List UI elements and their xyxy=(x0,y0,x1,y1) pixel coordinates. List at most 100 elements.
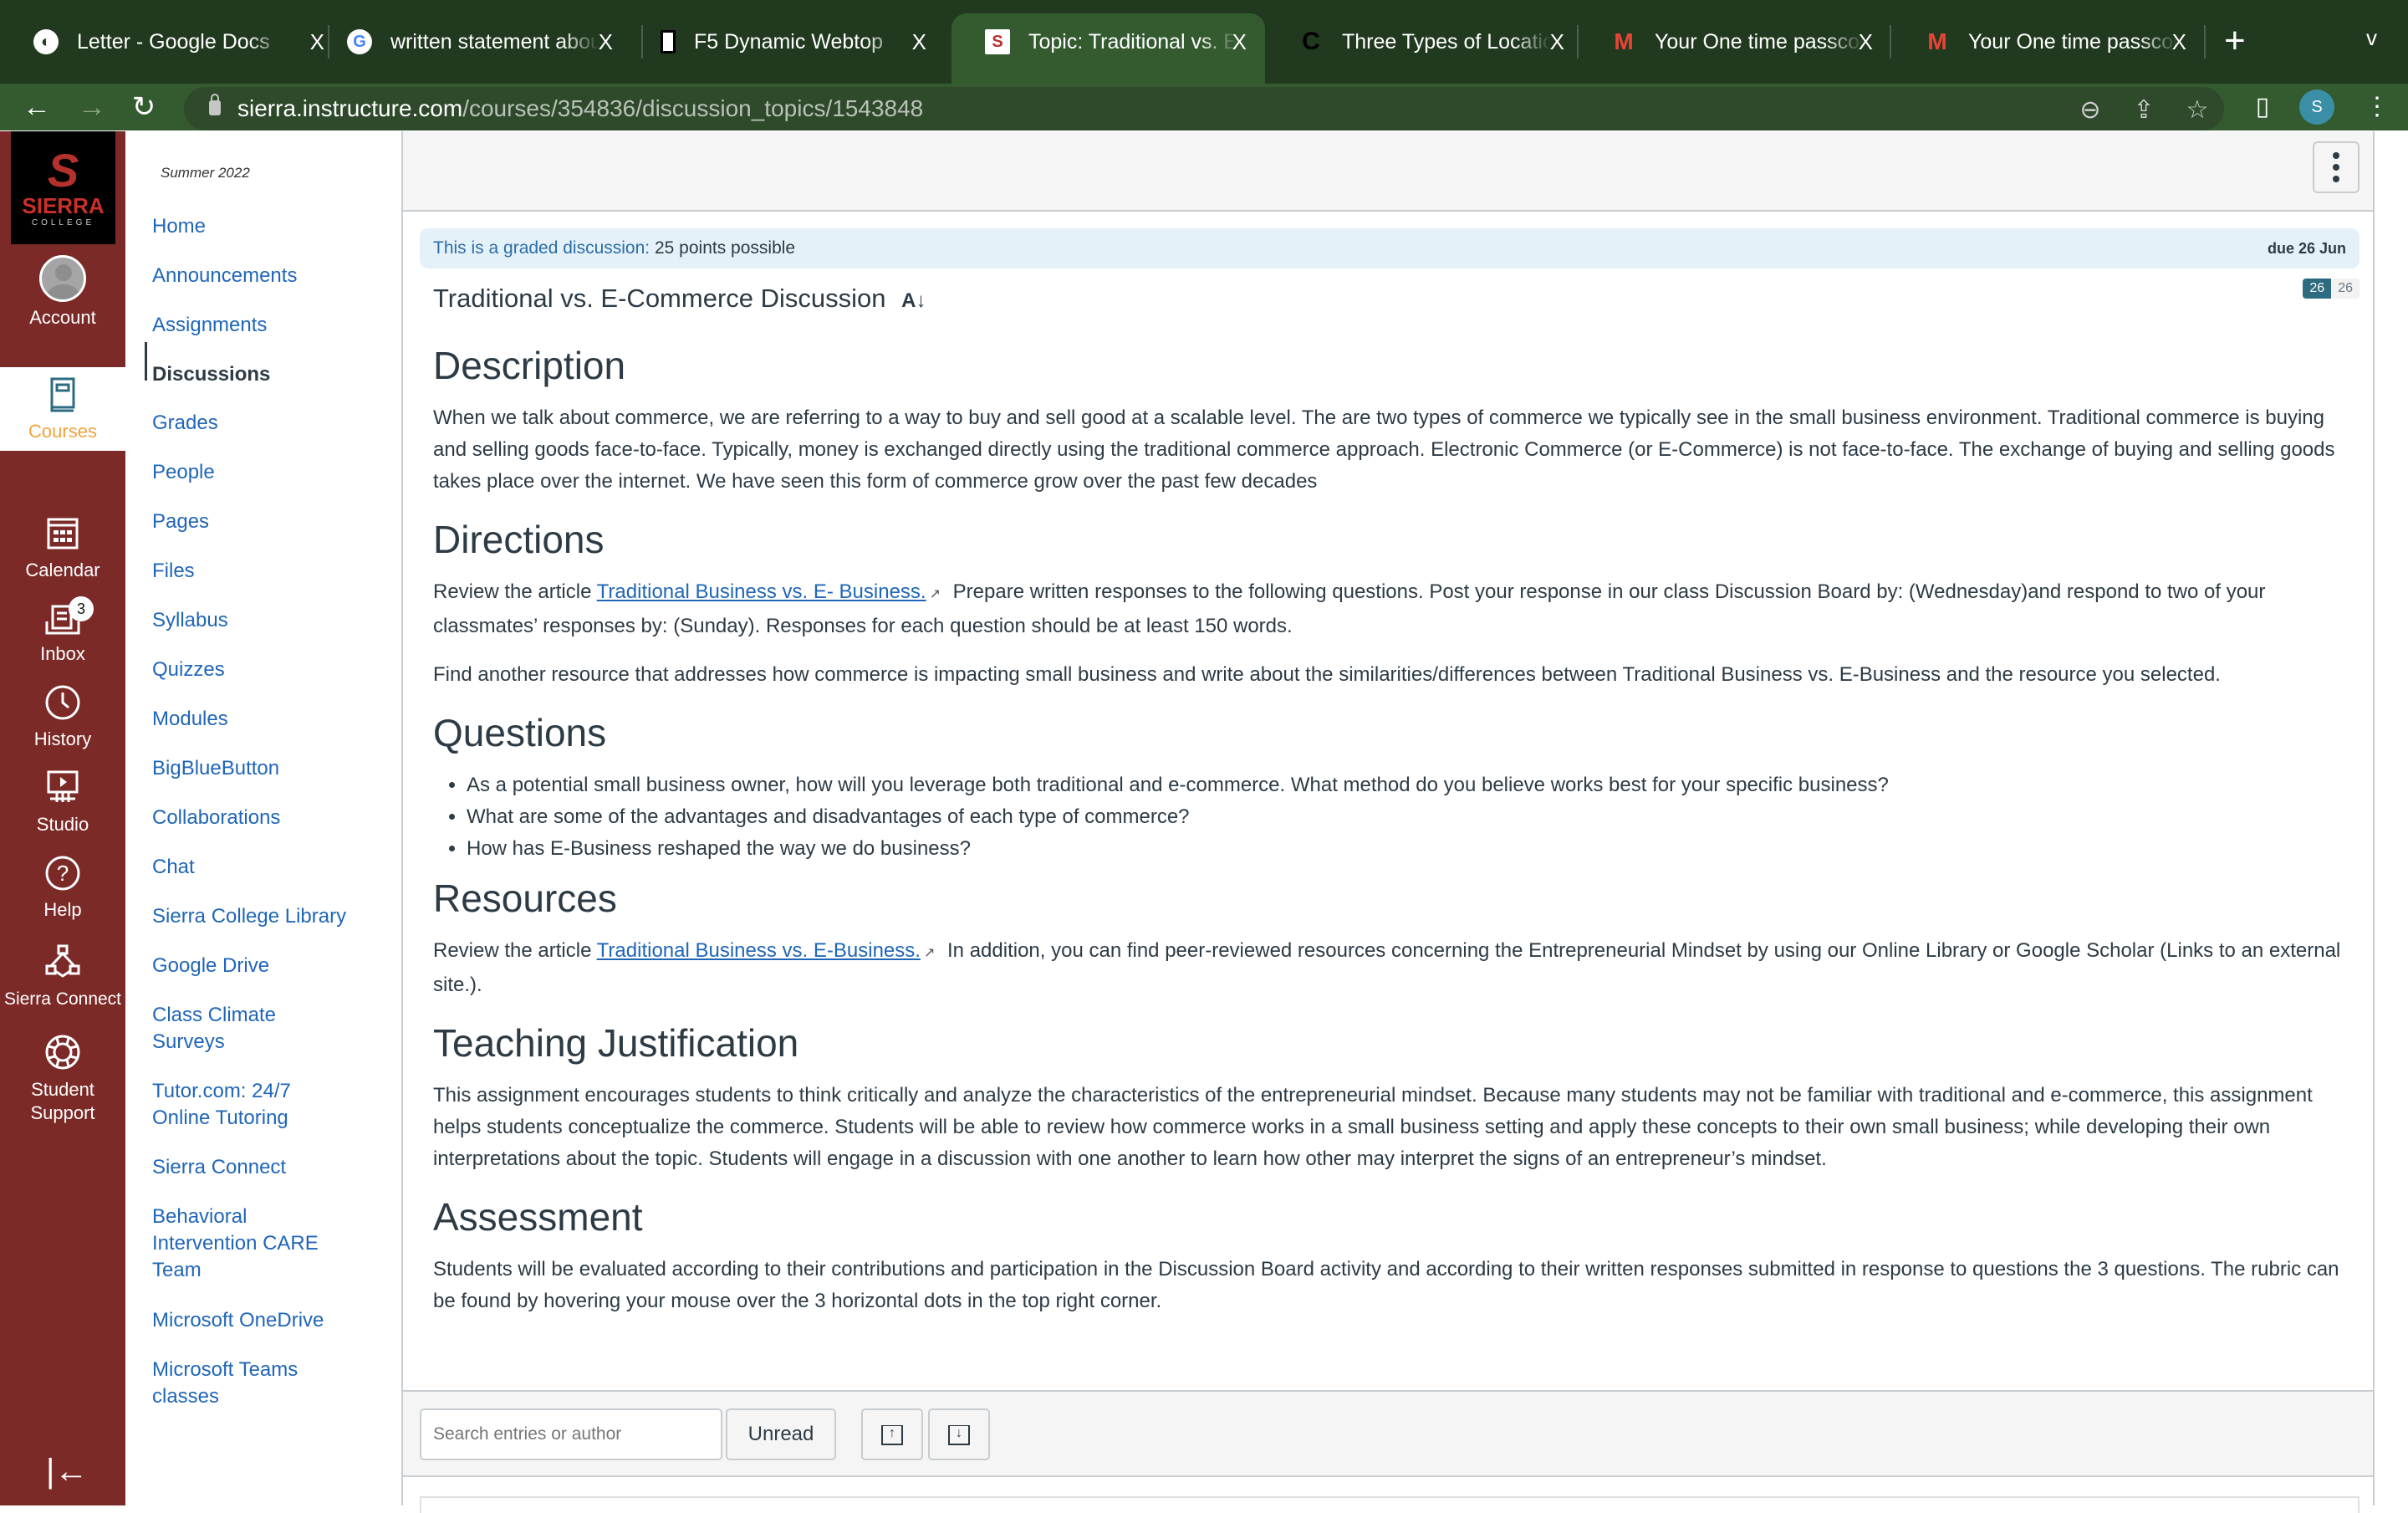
article-link[interactable]: Traditional Business vs. E- Business. xyxy=(597,580,926,603)
browser-tab[interactable]: G written statement about X xyxy=(314,13,631,70)
discussion-options-button[interactable] xyxy=(2313,141,2360,193)
address-bar[interactable]: sierra.instructure.com/courses/354836/di… xyxy=(184,87,2224,130)
course-nav-sierra-connect[interactable]: Sierra Connect xyxy=(152,1154,395,1181)
course-nav-class-climate[interactable]: Class Climate Surveys xyxy=(152,1002,319,1056)
course-nav-modules[interactable]: Modules xyxy=(152,706,395,733)
tab-title: written statement about xyxy=(390,29,599,54)
global-nav-history[interactable]: History xyxy=(0,682,125,750)
course-nav-announcements[interactable]: Announcements xyxy=(152,263,395,289)
logo-name: SIERRA xyxy=(22,192,105,218)
browser-tab[interactable]: C Three Types of Location X xyxy=(1265,13,1583,70)
course-nav-home[interactable]: Home xyxy=(152,213,395,240)
zoom-out-icon[interactable]: ⊖ xyxy=(2075,95,2105,125)
discussion-filter-bar: Unread ↑ ↓ xyxy=(403,1390,2373,1477)
course-nav-discussions[interactable]: Discussions xyxy=(152,361,395,388)
logo-letter: S xyxy=(47,143,79,197)
browser-tab[interactable]: ◐ Letter - Google Docs X xyxy=(0,13,343,70)
course-nav-assignments[interactable]: Assignments xyxy=(152,312,395,339)
course-nav-library[interactable]: Sierra College Library xyxy=(152,903,395,930)
bookmark-star-icon[interactable]: ☆ xyxy=(2182,95,2212,125)
sierra-college-logo[interactable]: S SIERRA COLLEGE xyxy=(11,131,115,244)
directions-text-2: Find another resource that addresses how… xyxy=(433,663,2221,686)
article-link[interactable]: Traditional Business vs. E-Business. xyxy=(597,939,921,962)
course-nav-people[interactable]: People xyxy=(152,459,395,486)
collapse-nav-icon[interactable]: |← xyxy=(46,1453,88,1490)
points-possible: 25 points possible xyxy=(654,238,796,258)
replies-container xyxy=(420,1496,2360,1513)
global-nav-student-support[interactable]: Student Support xyxy=(0,1031,125,1125)
course-nav-grades[interactable]: Grades xyxy=(152,410,395,437)
translate-icon[interactable]: A↓ xyxy=(901,289,926,312)
global-nav-studio[interactable]: Studio xyxy=(0,767,125,836)
course-nav-files[interactable]: Files xyxy=(152,558,395,585)
docs-globe-icon: ◐ xyxy=(33,29,59,54)
new-tab-button[interactable]: + xyxy=(2224,20,2246,62)
tab-search-button[interactable]: v xyxy=(2366,25,2377,51)
browser-tab[interactable]: F5 Dynamic Webtop X xyxy=(627,13,945,70)
text-segment: Review the article xyxy=(433,580,597,603)
courses-book-icon xyxy=(50,377,75,412)
resources-text: Review the article Traditional Business … xyxy=(433,935,2348,1001)
browser-tab[interactable]: M Your One time passcode X xyxy=(1578,13,1891,70)
google-icon: G xyxy=(347,29,372,54)
url-host: sierra.instructure.com xyxy=(237,95,463,121)
course-term: Summer 2022 xyxy=(161,165,250,181)
course-nav-care-team[interactable]: Behavioral Intervention CARE Team xyxy=(152,1204,353,1284)
expand-replies-button[interactable]: ↓ xyxy=(928,1408,990,1460)
course-nav-collaborations[interactable]: Collaborations xyxy=(152,805,395,831)
directions-text: Review the article Traditional Business … xyxy=(433,576,2348,642)
resources-heading: Resources xyxy=(433,877,617,920)
collapse-replies-button[interactable]: ↑ xyxy=(861,1408,923,1460)
global-nav-label: Account xyxy=(29,307,96,328)
profile-avatar[interactable]: S xyxy=(2299,89,2334,125)
global-nav-label: Help xyxy=(43,899,82,920)
global-nav-inbox[interactable]: 3 Inbox xyxy=(0,596,125,665)
search-entries-input[interactable] xyxy=(420,1408,722,1460)
discussion-title: Traditional vs. E-Commerce Discussion A↓ xyxy=(433,284,926,314)
logo-sub: COLLEGE xyxy=(31,217,95,227)
inbox-unread-badge: 3 xyxy=(69,596,94,621)
share-icon[interactable]: ⇪ xyxy=(2129,95,2159,125)
course-nav-syllabus[interactable]: Syllabus xyxy=(152,607,395,634)
expand-icon: ↓ xyxy=(948,1424,970,1445)
global-nav-courses[interactable]: Courses xyxy=(0,367,125,451)
description-heading: Description xyxy=(433,344,626,387)
course-nav-pages[interactable]: Pages xyxy=(152,509,395,535)
course-nav-chat[interactable]: Chat xyxy=(152,854,395,881)
due-date: due 26 Jun xyxy=(2267,240,2346,257)
course-nav-bigbluebutton[interactable]: BigBlueButton xyxy=(152,755,395,782)
close-tab-icon[interactable]: X xyxy=(912,29,926,55)
close-tab-icon[interactable]: X xyxy=(1859,29,1873,55)
close-tab-icon[interactable]: X xyxy=(2172,29,2186,55)
close-tab-icon[interactable]: X xyxy=(1550,29,1564,55)
course-nav-teams[interactable]: Microsoft Teams classes xyxy=(152,1357,336,1410)
browser-tab-active[interactable]: S Topic: Traditional vs. E X xyxy=(951,13,1265,84)
close-tab-icon[interactable]: X xyxy=(599,29,613,55)
global-nav-calendar[interactable]: Calendar xyxy=(0,513,125,581)
global-nav-help[interactable]: ? Help xyxy=(0,852,125,921)
side-panel-icon[interactable]: ▯ xyxy=(2247,92,2278,122)
history-clock-icon xyxy=(45,685,80,720)
forward-arrow-icon[interactable]: → xyxy=(74,89,110,125)
global-nav-account[interactable]: Account xyxy=(0,255,125,335)
calendar-icon xyxy=(47,518,79,549)
course-nav-onedrive[interactable]: Microsoft OneDrive xyxy=(152,1307,395,1334)
global-nav-sierra-connect[interactable]: Sierra Connect xyxy=(0,941,125,1010)
discussion-title-text: Traditional vs. E-Commerce Discussion xyxy=(433,284,886,313)
assessment-heading: Assessment xyxy=(433,1195,643,1239)
course-nav-google-drive[interactable]: Google Drive xyxy=(152,953,395,979)
browser-menu-icon[interactable]: ⋮ xyxy=(2365,90,2390,124)
close-tab-icon[interactable]: X xyxy=(1232,29,1247,55)
reload-icon[interactable]: ↻ xyxy=(125,89,162,125)
unread-filter-button[interactable]: Unread xyxy=(726,1408,836,1460)
browser-tab[interactable]: M Your One time passcode X xyxy=(1891,13,2205,70)
svg-text:?: ? xyxy=(57,861,69,886)
back-arrow-icon[interactable]: ← xyxy=(18,89,55,125)
account-avatar-icon xyxy=(39,255,86,302)
course-navigation: Summer 2022 Home Announcements Assignmen… xyxy=(125,131,401,1505)
course-nav-tutor[interactable]: Tutor.com: 24/7 Online Tutoring xyxy=(152,1078,344,1132)
url-text[interactable]: sierra.instructure.com/courses/354836/di… xyxy=(237,95,923,122)
course-nav-quizzes[interactable]: Quizzes xyxy=(152,657,395,683)
question-item: What are some of the advantages and disa… xyxy=(467,801,2348,833)
global-nav-label: Student Support xyxy=(30,1079,95,1123)
